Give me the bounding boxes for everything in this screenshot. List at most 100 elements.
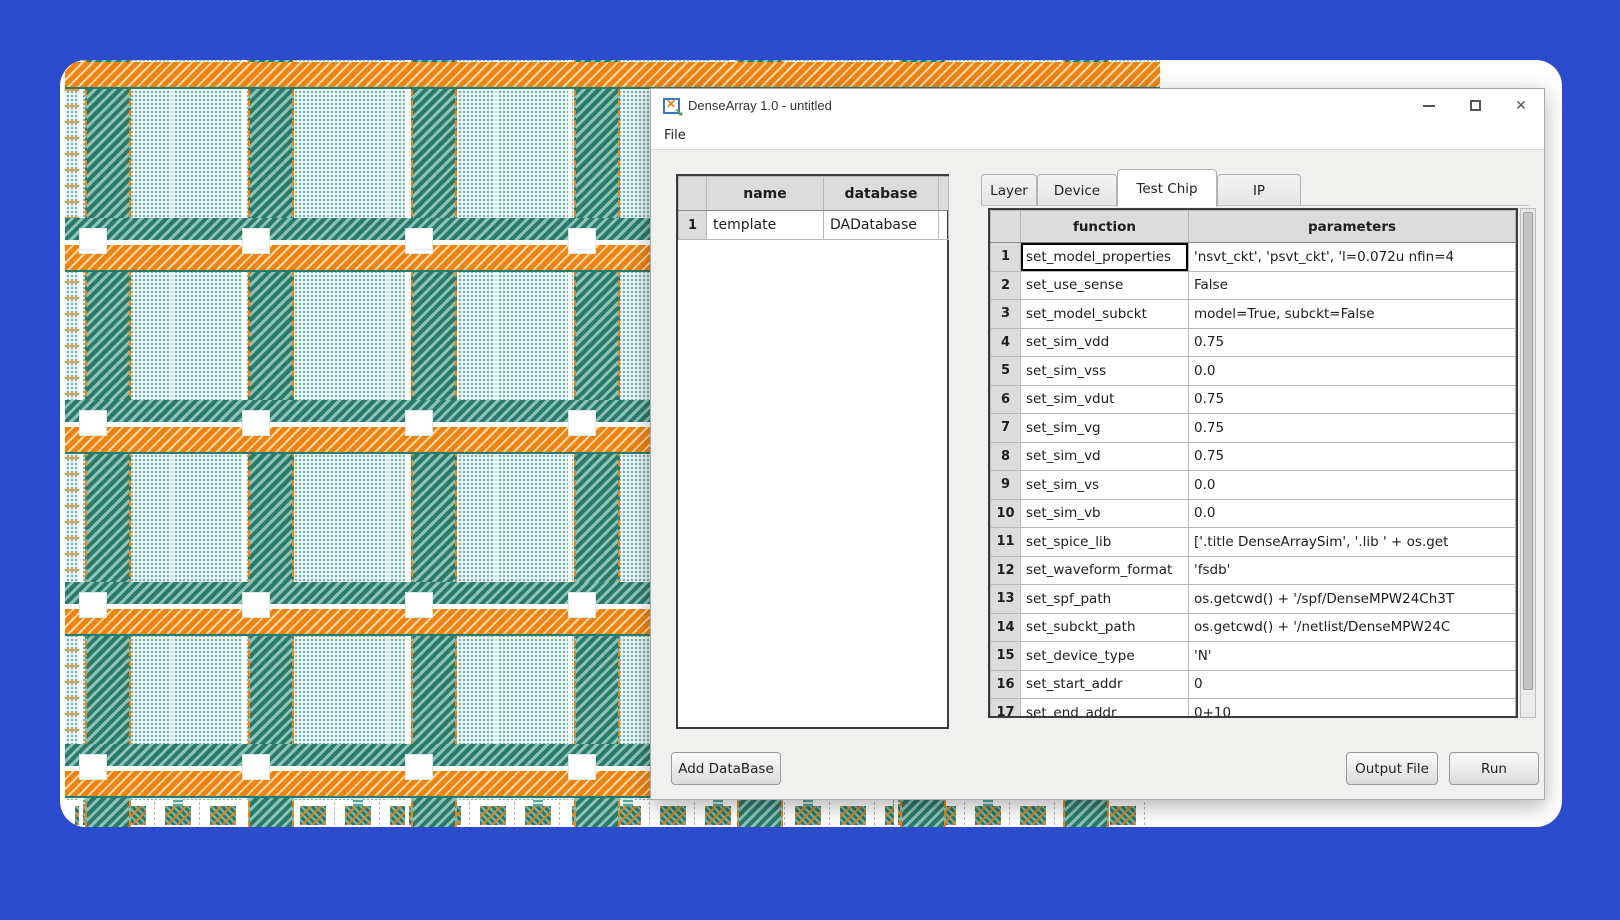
row-number[interactable]: 3 <box>991 300 1021 329</box>
function-cell[interactable]: set_sim_vdut <box>1021 385 1189 414</box>
chip-sq <box>405 228 433 254</box>
function-table-row: 6 set_sim_vdut 0.75 <box>991 385 1516 414</box>
function-cell[interactable]: set_sim_vb <box>1021 499 1189 528</box>
maximize-button[interactable] <box>1452 89 1498 122</box>
function-cell[interactable]: set_sim_vd <box>1021 442 1189 471</box>
parameters-cell[interactable]: 0.75 <box>1189 328 1516 357</box>
row-number[interactable]: 12 <box>991 556 1021 585</box>
app-window: ✕ ➘ DenseArray 1.0 - untitled ✕ File nam… <box>650 88 1545 800</box>
function-cell[interactable]: set_model_subckt <box>1021 300 1189 329</box>
row-number[interactable]: 4 <box>991 328 1021 357</box>
function-table-row: 14 set_subckt_path os.getcwd() + '/netli… <box>991 613 1516 642</box>
tab-layer[interactable]: Layer <box>981 174 1037 206</box>
function-table-scrollbar[interactable] <box>1520 208 1536 718</box>
chip-pad-separator <box>199 802 200 825</box>
parameters-cell[interactable]: False <box>1189 271 1516 300</box>
parameters-cell[interactable]: os.getcwd() + '/spf/DenseMPW24Ch3T <box>1189 585 1516 614</box>
chip-pad-separator <box>379 802 380 825</box>
parameters-cell[interactable]: 0.0 <box>1189 499 1516 528</box>
chip-sq <box>242 754 270 780</box>
function-table: function parameters 1 set_model_properti… <box>988 208 1518 718</box>
fn-header-parameters[interactable]: parameters <box>1189 211 1516 243</box>
function-cell[interactable]: set_model_properties <box>1021 243 1189 272</box>
db-corner-header <box>679 177 707 211</box>
add-database-button[interactable]: Add DataBase <box>671 752 781 785</box>
menu-bar: File <box>651 122 1544 150</box>
function-cell[interactable]: set_sim_vss <box>1021 357 1189 386</box>
row-number[interactable]: 2 <box>991 271 1021 300</box>
db-name-cell[interactable]: template <box>707 211 824 240</box>
parameters-cell[interactable]: os.getcwd() + '/netlist/DenseMPW24C <box>1189 613 1516 642</box>
chip-pad-separator <box>559 802 560 825</box>
row-number[interactable]: 8 <box>991 442 1021 471</box>
function-table-row: 1 set_model_properties 'nsvt_ckt', 'psvt… <box>991 243 1516 272</box>
parameters-cell[interactable]: ['.title DenseArraySim', '.lib ' + os.ge… <box>1189 528 1516 557</box>
background-card: ✕ ➘ DenseArray 1.0 - untitled ✕ File nam… <box>60 60 1562 827</box>
minimize-icon <box>1423 105 1435 107</box>
chip-sq <box>79 754 107 780</box>
function-cell[interactable]: set_use_sense <box>1021 271 1189 300</box>
parameters-cell[interactable]: 0 <box>1189 670 1516 699</box>
tab-ip[interactable]: IP <box>1217 174 1301 206</box>
tab-device[interactable]: Device <box>1037 174 1117 206</box>
function-cell[interactable]: set_start_addr <box>1021 670 1189 699</box>
chip-band-orange <box>65 62 1160 89</box>
fn-header-function[interactable]: function <box>1021 211 1189 243</box>
parameters-cell[interactable]: 0.75 <box>1189 442 1516 471</box>
function-cell[interactable]: set_subckt_path <box>1021 613 1189 642</box>
row-number[interactable]: 17 <box>991 699 1021 719</box>
function-cell[interactable]: set_spf_path <box>1021 585 1189 614</box>
row-number[interactable]: 1 <box>991 243 1021 272</box>
chip-pad-stem <box>173 797 183 806</box>
function-cell[interactable]: set_sim_vg <box>1021 414 1189 443</box>
chip-pad-separator <box>1009 802 1010 825</box>
tab-test-chip[interactable]: Test Chip <box>1117 169 1217 207</box>
close-button[interactable]: ✕ <box>1498 89 1544 122</box>
function-cell[interactable]: set_sim_vs <box>1021 471 1189 500</box>
parameters-cell[interactable]: 'N' <box>1189 642 1516 671</box>
function-table-row: 9 set_sim_vs 0.0 <box>991 471 1516 500</box>
function-cell[interactable]: set_spice_lib <box>1021 528 1189 557</box>
window-controls: ✕ <box>1406 89 1544 122</box>
row-number[interactable]: 10 <box>991 499 1021 528</box>
parameters-cell[interactable]: 0.75 <box>1189 385 1516 414</box>
row-number[interactable]: 1 <box>679 211 707 240</box>
parameters-cell[interactable]: model=True, subckt=False <box>1189 300 1516 329</box>
db-database-cell[interactable]: DADatabase <box>824 211 939 240</box>
row-number[interactable]: 9 <box>991 471 1021 500</box>
row-number[interactable]: 15 <box>991 642 1021 671</box>
chip-pad <box>210 806 236 825</box>
db-header-name[interactable]: name <box>707 177 824 211</box>
chip-pad <box>300 806 326 825</box>
parameters-cell[interactable]: 0.0 <box>1189 357 1516 386</box>
row-number[interactable]: 13 <box>991 585 1021 614</box>
function-cell[interactable]: set_device_type <box>1021 642 1189 671</box>
parameters-cell[interactable]: 0.75 <box>1189 414 1516 443</box>
parameters-cell[interactable]: 'fsdb' <box>1189 556 1516 585</box>
function-cell[interactable]: set_end_addr <box>1021 699 1189 719</box>
row-number[interactable]: 6 <box>991 385 1021 414</box>
function-cell[interactable]: set_sim_vdd <box>1021 328 1189 357</box>
function-table-row: 3 set_model_subckt model=True, subckt=Fa… <box>991 300 1516 329</box>
chip-sq <box>242 228 270 254</box>
chip-pad-stem <box>623 797 633 806</box>
row-number[interactable]: 5 <box>991 357 1021 386</box>
run-button[interactable]: Run <box>1449 752 1539 785</box>
row-number[interactable]: 16 <box>991 670 1021 699</box>
row-number[interactable]: 7 <box>991 414 1021 443</box>
chip-sq <box>405 592 433 618</box>
menu-file[interactable]: File <box>655 124 695 147</box>
output-file-button[interactable]: Output File <box>1346 752 1438 785</box>
parameters-cell[interactable]: 'nsvt_ckt', 'psvt_ckt', 'l=0.072u nfin=4 <box>1189 243 1516 272</box>
db-header-database[interactable]: database <box>824 177 939 211</box>
chip-pad-separator <box>1144 802 1145 825</box>
row-number[interactable]: 14 <box>991 613 1021 642</box>
row-number[interactable]: 11 <box>991 528 1021 557</box>
scrollbar-thumb[interactable] <box>1523 212 1533 690</box>
function-table-row: 5 set_sim_vss 0.0 <box>991 357 1516 386</box>
minimize-button[interactable] <box>1406 89 1452 122</box>
function-cell[interactable]: set_waveform_format <box>1021 556 1189 585</box>
parameters-cell[interactable]: 0.0 <box>1189 471 1516 500</box>
chip-pad-separator <box>784 802 785 825</box>
parameters-cell[interactable]: 0+10 <box>1189 699 1516 719</box>
